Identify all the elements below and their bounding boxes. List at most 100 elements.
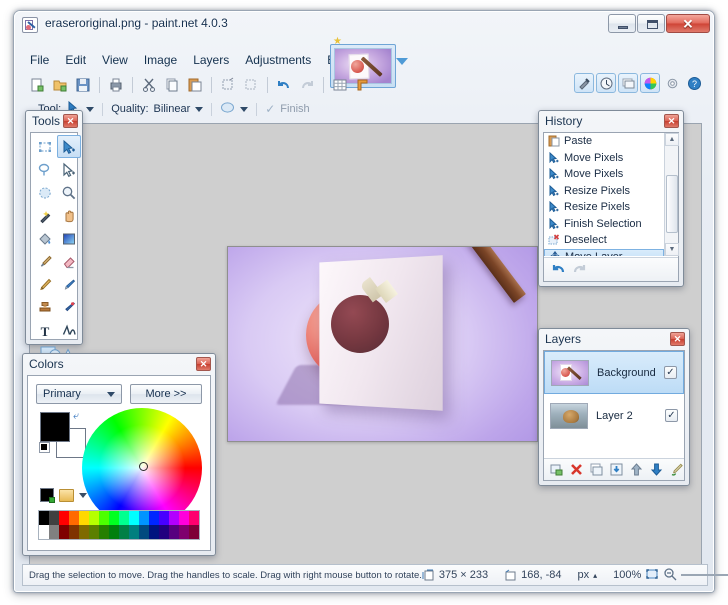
palette-swatch[interactable]	[69, 525, 79, 539]
paint-bucket-tool[interactable]	[33, 227, 57, 250]
palette-swatch[interactable]	[129, 511, 139, 525]
move-selection-tool[interactable]	[57, 158, 81, 181]
color-palette[interactable]	[38, 510, 200, 540]
close-button[interactable]: ✕	[666, 14, 710, 33]
palette-swatch[interactable]	[39, 525, 49, 539]
palette-swatch[interactable]	[99, 525, 109, 539]
zoom-out-icon[interactable]	[663, 567, 677, 584]
palette-swatch[interactable]	[99, 511, 109, 525]
copy-button[interactable]	[161, 74, 183, 96]
palette-swatch[interactable]	[49, 525, 59, 539]
redo-button[interactable]	[296, 74, 318, 96]
layer-row-background[interactable]: Background ✓	[544, 351, 684, 394]
zoom-slider[interactable]	[681, 568, 728, 582]
palette-swatch[interactable]	[179, 511, 189, 525]
palette-row-top[interactable]	[39, 511, 199, 525]
deselect-button[interactable]	[240, 74, 262, 96]
palette-swatch[interactable]	[119, 511, 129, 525]
help-button[interactable]: ?	[684, 73, 704, 93]
menu-edit[interactable]: Edit	[57, 51, 94, 69]
print-button[interactable]	[105, 74, 127, 96]
duplicate-layer-button[interactable]	[589, 462, 604, 477]
palette-swatch[interactable]	[59, 511, 69, 525]
history-item-resize-pixels-1[interactable]: Resize Pixels	[544, 183, 664, 200]
sampling-icon[interactable]	[220, 100, 235, 118]
history-item-finish-selection[interactable]: Finish Selection	[544, 216, 664, 233]
color-wheel-cursor[interactable]	[139, 462, 148, 471]
ellipse-select-tool[interactable]	[33, 181, 57, 204]
layers-panel[interactable]: Layers ✕ Background ✓ Layer 2 ✓	[538, 328, 690, 486]
palette-swatch[interactable]	[109, 511, 119, 525]
palette-folder-icon[interactable]	[59, 488, 74, 502]
layer-visibility-checkbox[interactable]: ✓	[665, 409, 678, 422]
menu-layers[interactable]: Layers	[185, 51, 237, 69]
zoom-tool[interactable]	[57, 181, 81, 204]
more-colors-button[interactable]: More >>	[130, 384, 202, 404]
move-selected-pixels-tool[interactable]	[57, 135, 81, 158]
add-layer-button[interactable]	[549, 462, 564, 477]
new-button[interactable]	[26, 74, 48, 96]
zoom-to-fit-icon[interactable]	[645, 567, 659, 584]
redo-arrow-icon[interactable]	[572, 262, 588, 278]
layer-properties-button[interactable]	[669, 462, 684, 477]
palette-swatch[interactable]	[129, 525, 139, 539]
history-scrollbar-thumb[interactable]	[666, 175, 678, 233]
history-panel[interactable]: History ✕ Paste Move Pixels Move Pixels …	[538, 110, 684, 287]
palette-swatch[interactable]	[169, 511, 179, 525]
menu-file[interactable]: File	[22, 51, 57, 69]
crop-to-selection-button[interactable]	[217, 74, 239, 96]
history-item-paste[interactable]: Paste	[544, 133, 664, 150]
layer-row-layer-2[interactable]: Layer 2 ✓	[544, 394, 684, 437]
paintbrush-tool[interactable]	[33, 250, 57, 273]
palette-swatch[interactable]	[179, 525, 189, 539]
palette-swatch[interactable]	[79, 525, 89, 539]
minimize-button[interactable]	[608, 14, 636, 33]
palette-dropdown-caret[interactable]	[79, 492, 87, 498]
chevron-down-icon[interactable]	[396, 58, 408, 65]
palette-swatch[interactable]	[39, 511, 49, 525]
pencil-tool[interactable]	[33, 273, 57, 296]
palette-add-color-button[interactable]	[40, 488, 55, 503]
sampling-dropdown-caret[interactable]	[240, 106, 249, 112]
paste-button[interactable]	[184, 74, 206, 96]
magic-wand-tool[interactable]	[33, 204, 57, 227]
recolor-tool[interactable]	[57, 296, 81, 319]
units-caret-icon[interactable]: ▴	[593, 571, 597, 580]
palette-swatch[interactable]	[159, 511, 169, 525]
colors-panel-close-icon[interactable]: ✕	[196, 357, 211, 371]
palette-swatch[interactable]	[79, 511, 89, 525]
history-item-move-pixels-2[interactable]: Move Pixels	[544, 166, 664, 183]
palette-swatch[interactable]	[149, 511, 159, 525]
scroll-up-arrow-icon[interactable]: ▲	[665, 133, 679, 146]
clone-stamp-tool[interactable]	[33, 296, 57, 319]
color-picker-tool[interactable]	[57, 273, 81, 296]
undo-arrow-icon[interactable]	[550, 262, 566, 278]
palette-swatch[interactable]	[189, 511, 199, 525]
merge-layer-down-button[interactable]	[609, 462, 624, 477]
menu-adjustments[interactable]: Adjustments	[237, 51, 319, 69]
rectangle-select-tool[interactable]	[33, 135, 57, 158]
line-curve-tool[interactable]	[57, 319, 81, 342]
scroll-down-arrow-icon[interactable]: ▼	[665, 243, 679, 256]
palette-swatch[interactable]	[139, 525, 149, 539]
history-window-button[interactable]	[596, 73, 616, 93]
palette-row-bottom[interactable]	[39, 525, 199, 539]
tools-window-button[interactable]	[574, 73, 594, 93]
layers-window-button[interactable]	[618, 73, 638, 93]
colors-panel[interactable]: Colors ✕ Primary More >> ⤶	[22, 353, 216, 556]
menu-view[interactable]: View	[94, 51, 136, 69]
palette-swatch[interactable]	[119, 525, 129, 539]
palette-swatch[interactable]	[159, 525, 169, 539]
history-scrollbar[interactable]: ▲ ▼	[664, 133, 679, 256]
undo-button[interactable]	[273, 74, 295, 96]
palette-swatch[interactable]	[189, 525, 199, 539]
grid-button[interactable]	[329, 74, 351, 96]
palette-swatch[interactable]	[169, 525, 179, 539]
history-item-move-pixels-1[interactable]: Move Pixels	[544, 150, 664, 167]
palette-swatch[interactable]	[89, 511, 99, 525]
gradient-tool[interactable]	[57, 227, 81, 250]
cut-button[interactable]	[138, 74, 160, 96]
layers-panel-close-icon[interactable]: ✕	[670, 332, 685, 346]
palette-swatch[interactable]	[89, 525, 99, 539]
history-item-deselect[interactable]: Deselect	[544, 232, 664, 249]
